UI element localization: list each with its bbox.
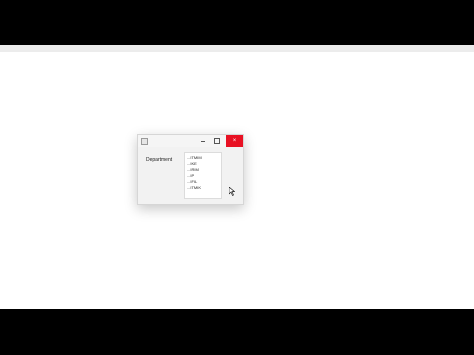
department-listbox[interactable]: ...ITMIM ...IKE ...IRIM ...IP ...IFIL ..… [184,152,222,199]
desktop-screen: × Department ...ITMIM ...IKE ...IRIM ...… [0,45,474,309]
app-window-icon [141,138,148,145]
list-item[interactable]: ...ITMIK [185,185,221,191]
department-label: Department [146,157,173,163]
maximize-icon [214,138,220,144]
mouse-cursor-icon [229,187,235,196]
close-button[interactable]: × [226,135,243,147]
top-strip [0,45,474,52]
maximize-button[interactable] [210,135,224,147]
dialog-window: × Department ...ITMIM ...IKE ...IRIM ...… [137,134,244,205]
close-icon: × [232,138,237,144]
minimize-icon [201,140,205,142]
minimize-button[interactable] [196,135,210,147]
title-bar[interactable]: × [138,135,243,147]
